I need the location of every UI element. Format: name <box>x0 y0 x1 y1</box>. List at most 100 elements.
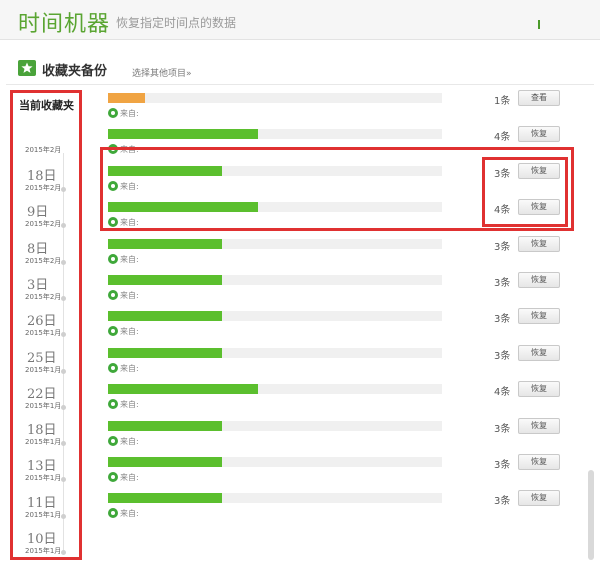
timeline-month: 2015年2月 <box>25 184 62 192</box>
timeline-day: 10日 <box>27 532 57 547</box>
view-button[interactable]: 查看 <box>518 90 560 106</box>
timeline-month: 2015年1月 <box>25 474 62 483</box>
backup-row: 来自: 3条 恢复 <box>106 308 566 346</box>
timeline-dot <box>61 441 66 447</box>
progress-fill <box>108 238 222 249</box>
progress-fill <box>108 457 222 467</box>
timeline-month-label: 2015年2月 <box>25 146 62 154</box>
timeline-day: 22日 <box>27 386 57 402</box>
restore-button[interactable]: 恢复 <box>518 490 560 507</box>
source-label: 来自: <box>120 400 139 410</box>
timeline-dot <box>61 295 66 301</box>
item-count: 3条 <box>494 350 511 362</box>
backup-row: 来自: 3条 恢复 <box>106 490 566 528</box>
progress-track <box>108 129 442 140</box>
favorites-star-icon <box>18 60 36 76</box>
source-label: 来自: <box>120 473 139 482</box>
browser-icon <box>108 472 118 482</box>
choose-other-item-link[interactable]: 选择其他项目» <box>132 66 192 79</box>
source-label: 来自: <box>120 109 139 118</box>
timeline-month: 2015年1月 <box>25 510 62 519</box>
timeline-dot <box>61 368 66 374</box>
timeline-dot <box>61 513 66 519</box>
item-count: 3条 <box>494 241 511 253</box>
timeline-day: 11日 <box>27 495 57 511</box>
timeline-month: 2015年1月 <box>25 329 62 338</box>
progress-track <box>108 275 442 285</box>
timeline-day: 26日 <box>27 314 57 330</box>
progress-track <box>108 384 442 395</box>
timeline-month: 2015年2月 <box>25 256 62 265</box>
restore-button[interactable]: 恢复 <box>518 417 560 434</box>
progress-fill <box>108 384 258 395</box>
timeline-month: 2015年1月 <box>25 547 62 555</box>
app-subtitle: 恢复指定时间点的数据 <box>116 16 237 30</box>
source-label: 来自: <box>120 291 139 300</box>
item-count: 3条 <box>494 278 511 289</box>
backup-row: 来自: 3条 恢复 <box>106 454 566 492</box>
source-label: 来自: <box>120 363 139 373</box>
browser-icon <box>108 290 118 300</box>
progress-track <box>108 93 442 103</box>
progress-fill <box>108 93 145 103</box>
restore-button[interactable]: 恢复 <box>518 308 560 325</box>
timeline-month: 2015年2月 <box>25 292 62 301</box>
browser-icon <box>108 362 118 373</box>
timeline-day: 18日 <box>27 423 57 439</box>
timeline-dot <box>61 332 66 338</box>
item-count: 3条 <box>494 496 511 508</box>
timeline-month: 2015年1月 <box>25 401 62 410</box>
restore-button[interactable]: 恢复 <box>518 344 560 361</box>
timeline-month: 2015年2月 <box>25 220 62 229</box>
restore-button[interactable]: 恢复 <box>518 381 560 398</box>
progress-fill <box>108 275 222 285</box>
user-menu-icon[interactable] <box>538 20 578 30</box>
progress-track <box>108 347 442 358</box>
backup-row: 来自: 1条 查看 <box>106 90 566 128</box>
timeline-day: 13日 <box>27 459 57 475</box>
timeline-day: 9日 <box>27 205 49 221</box>
highlight-buttons-box <box>482 157 568 227</box>
timeline-panel: 当前收藏夹 2015年2月 18日 2015年2月 9日 2015年2月 8日 2015年… <box>10 90 82 560</box>
restore-button[interactable]: 恢复 <box>518 235 560 252</box>
item-count: 3条 <box>494 423 511 435</box>
timeline-month: 2015年1月 <box>25 365 62 374</box>
timeline-dot <box>61 259 66 265</box>
timeline-day: 3日 <box>27 277 49 293</box>
section-divider <box>6 84 594 85</box>
browser-icon <box>108 253 118 264</box>
backup-row: 来自: 3条 恢复 <box>106 272 566 310</box>
restore-button[interactable]: 恢复 <box>518 272 560 288</box>
timeline-day: 25日 <box>27 350 57 366</box>
section-title: 收藏夹备份 <box>42 64 108 79</box>
scrollbar[interactable] <box>588 470 594 560</box>
backup-row: 来自: 3条 恢复 <box>106 344 566 383</box>
source-label: 来自: <box>120 509 139 519</box>
progress-track <box>108 420 442 431</box>
timeline-dot <box>61 223 66 229</box>
backup-row: 来自: 3条 恢复 <box>106 235 566 274</box>
restore-button[interactable]: 恢复 <box>518 454 560 470</box>
source-label: 来自: <box>120 436 139 446</box>
browser-icon <box>108 108 118 118</box>
backup-row: 来自: 4条 恢复 <box>106 381 566 419</box>
source-label: 来自: <box>120 327 139 337</box>
browser-icon <box>108 399 118 410</box>
restore-button[interactable]: 恢复 <box>518 126 560 143</box>
app-title: 时间机器 <box>18 12 111 37</box>
progress-track <box>108 493 442 504</box>
item-count: 3条 <box>494 314 511 326</box>
item-count: 4条 <box>494 132 511 144</box>
timeline-day: 18日 <box>27 169 57 184</box>
progress-track <box>108 238 442 249</box>
progress-fill <box>108 129 258 140</box>
timeline-rail <box>63 153 64 553</box>
item-count: 1条 <box>494 96 511 107</box>
current-favorites-link[interactable]: 当前收藏夹 <box>19 97 74 113</box>
browser-icon <box>108 326 118 337</box>
source-label: 来自: <box>120 254 139 264</box>
browser-icon <box>108 508 118 519</box>
progress-fill <box>108 347 222 358</box>
item-count: 3条 <box>494 460 511 471</box>
browser-icon <box>108 435 118 446</box>
